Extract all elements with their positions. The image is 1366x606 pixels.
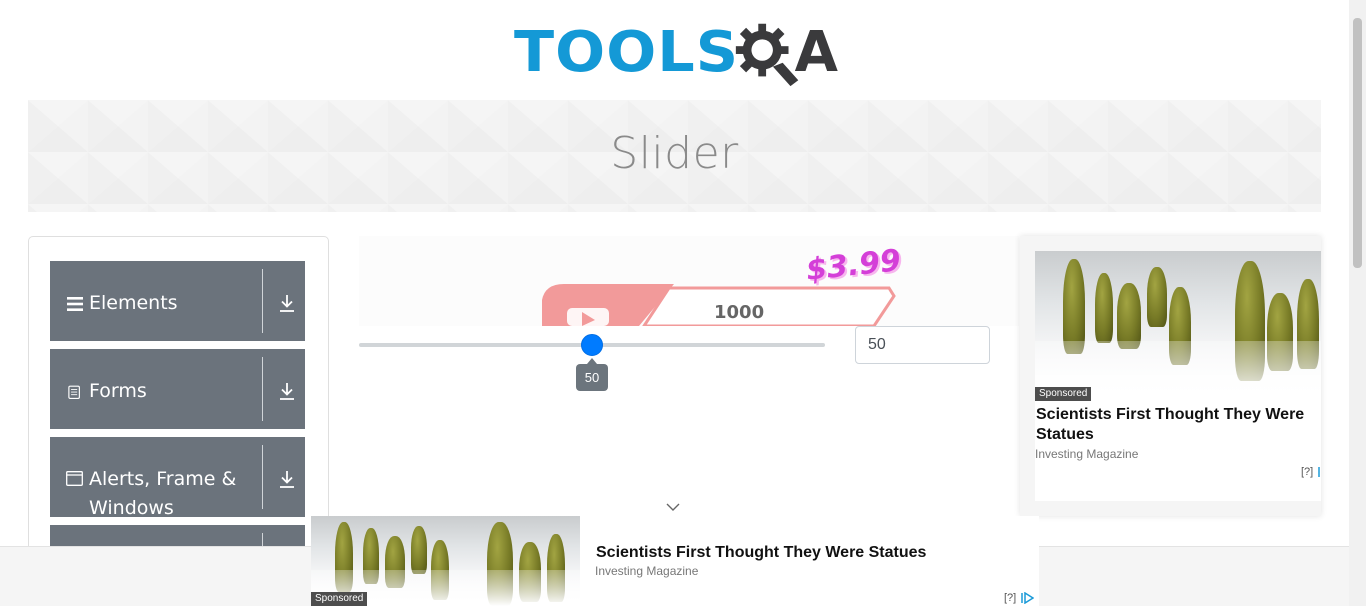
ad-choices[interactable]: [?] [1004,592,1035,604]
adchoices-icon[interactable] [1317,466,1321,478]
header: TOOLS A [0,0,1349,100]
window-icon [66,471,83,486]
sponsored-badge: Sponsored [1035,387,1092,401]
ad-card[interactable]: Sponsored Scientists First Thought They … [1035,251,1321,501]
gear-magnifier-icon [736,23,799,87]
divider [262,357,263,421]
menu-icon [67,297,83,311]
ad-choices[interactable]: [?] [1301,466,1321,478]
sidebar-group-label: Forms [89,380,147,402]
sidebar-group-elements[interactable]: Elements [50,261,305,341]
statue-figure [1095,273,1113,343]
ad-image[interactable]: Sponsored [1035,251,1321,401]
divider [262,269,263,333]
ad-help-link[interactable]: [?] [1301,466,1313,478]
sidebar-group-forms[interactable]: Forms [50,349,305,429]
logo-text-tools: TOOLS [514,20,740,85]
page-title: Slider [610,128,739,179]
label-line: Windows [89,497,174,519]
page: TOOLS A Slider Elements Forms Alerts, Fr… [0,0,1366,606]
ad-help-link[interactable]: [?] [1004,592,1016,604]
ad-source[interactable]: Investing Magazine [1035,447,1138,461]
ad-title[interactable]: Scientists First Thought They Were Statu… [1036,405,1321,445]
label-line: Alerts, Frame & [89,468,237,490]
sidebar-group-label: Elements [89,292,178,314]
download-arrow-icon[interactable] [278,469,296,489]
ad-image[interactable]: Sponsored [311,516,580,606]
chevron-down-icon[interactable] [666,502,680,512]
toolsqa-logo[interactable]: TOOLS A [514,14,838,92]
right-ad[interactable]: Sponsored Scientists First Thought They … [1020,236,1321,516]
download-arrow-icon[interactable] [278,381,296,401]
promo-graphic: 1000 [359,236,1019,326]
divider [262,445,263,509]
slider-value-field[interactable]: 50 [855,326,990,364]
download-arrow-icon[interactable] [278,293,296,313]
document-icon [68,385,80,400]
sidebar-group-label: Alerts, Frame & Windows [89,465,236,523]
statue-figure [1117,283,1141,349]
slider-tooltip: 50 [576,358,608,391]
adchoices-icon[interactable] [1020,592,1035,604]
slider-handle[interactable] [581,334,603,356]
ad-title[interactable]: Scientists First Thought They Were Statu… [596,543,926,563]
promo-banner[interactable]: 1000 [359,236,1019,326]
vertical-scrollbar[interactable] [1349,0,1366,606]
sidebar-group-alerts-frame-windows[interactable]: Alerts, Frame & Windows [50,437,305,519]
scrollbar-thumb[interactable] [1353,18,1362,268]
page-banner: Slider [28,100,1321,212]
statue-figure [1063,259,1085,354]
logo-text-a: A [794,20,838,85]
sponsored-badge: Sponsored [311,592,368,606]
promo-number: 1000 [714,302,764,323]
statue-figure [1147,267,1167,327]
statue-figure [411,526,427,574]
bottom-ad[interactable]: Sponsored Scientists First Thought They … [311,516,1039,606]
ad-source[interactable]: Investing Magazine [595,564,698,578]
